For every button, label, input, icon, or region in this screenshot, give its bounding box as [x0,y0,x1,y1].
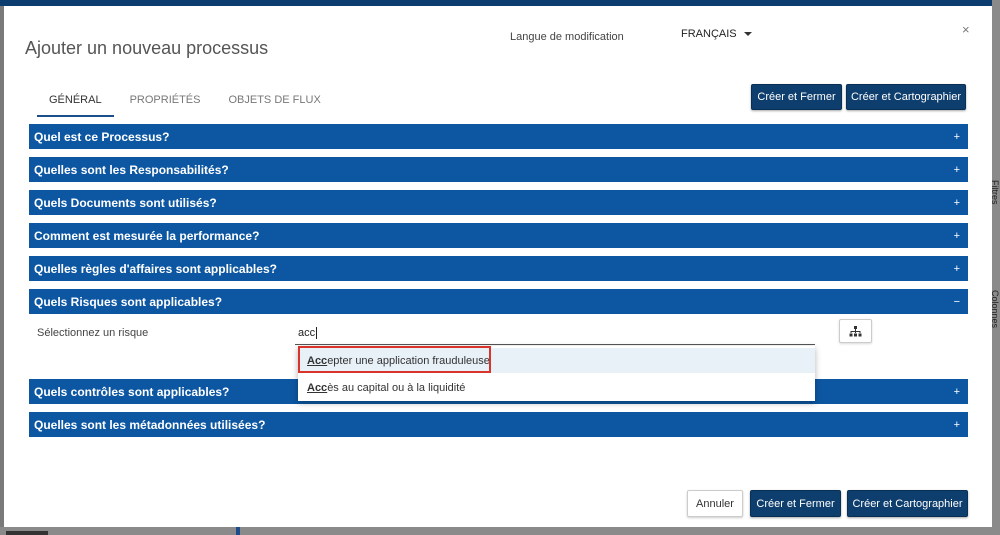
section-performance[interactable]: Comment est mesurée la performance? + [29,223,968,248]
tab-properties[interactable]: PROPRIÉTÉS [118,94,213,117]
suggestion-match: Acc [307,381,328,394]
section-title: Comment est mesurée la performance? [34,228,260,243]
expand-icon: + [953,262,960,275]
tab-bar: GÉNÉRAL PROPRIÉTÉS OBJETS DE FLUX [37,94,337,117]
cancel-button[interactable]: Annuler [687,490,743,517]
section-title: Quel est ce Processus? [34,129,170,144]
collapse-icon: − [953,295,960,308]
tab-flow-objects[interactable]: OBJETS DE FLUX [216,94,332,117]
background-right-panel: Filtres Colonnes [990,0,1000,535]
risk-search-input[interactable]: acc [295,319,815,345]
suggestion-match: Acc [307,354,328,367]
language-value: FRANÇAIS [681,28,737,40]
close-button[interactable]: × [962,22,970,37]
background-element [6,531,48,535]
section-title: Quels Documents sont utilisés? [34,195,217,210]
create-close-button-bottom[interactable]: Créer et Fermer [750,490,841,517]
section-what-process[interactable]: Quel est ce Processus? + [29,124,968,149]
language-select[interactable]: FRANÇAIS [681,28,752,40]
risk-hierarchy-button[interactable] [839,319,872,343]
risk-suggestion-item[interactable]: Acc epter une application frauduleuse [298,348,815,373]
risk-input-value: acc [298,326,316,339]
sitemap-icon [849,325,862,336]
section-title: Quelles règles d'affaires sont applicabl… [34,261,277,276]
create-map-button-top[interactable]: Créer et Cartographier [846,84,966,110]
modal-title: Ajouter un nouveau processus [25,38,269,58]
section-title: Quelles sont les métadonnées utilisées? [34,417,266,432]
section-responsibilities[interactable]: Quelles sont les Responsabilités? + [29,157,968,182]
background-bottom-strip [0,527,1000,535]
section-title: Quels Risques sont applicables? [34,294,223,309]
risk-suggestion-item[interactable]: Acc ès au capital ou à la liquidité [298,375,815,400]
tab-general[interactable]: GÉNÉRAL [37,94,114,117]
create-close-button-top[interactable]: Créer et Fermer [751,84,842,110]
create-map-button-bottom[interactable]: Créer et Cartographier [847,490,968,517]
section-risks[interactable]: Quels Risques sont applicables? − [29,289,968,314]
columns-side-label[interactable]: Colonnes [990,290,1000,328]
risk-suggestions-dropdown: Acc epter une application frauduleuse Acc… [298,346,815,401]
section-business-rules[interactable]: Quelles règles d'affaires sont applicabl… [29,256,968,281]
add-process-modal: Ajouter un nouveau processus Langue de m… [4,6,992,527]
caret-down-icon [743,32,752,36]
section-metadata[interactable]: Quelles sont les métadonnées utilisées? … [29,412,968,437]
expand-icon: + [953,196,960,209]
suggestion-rest: epter une application frauduleuse [327,354,490,367]
filters-side-label[interactable]: Filtres [990,180,1000,205]
expand-icon: + [953,130,960,143]
suggestion-rest: ès au capital ou à la liquidité [327,381,466,394]
background-element [236,527,240,535]
expand-icon: + [953,163,960,176]
language-label: Langue de modification [510,31,624,43]
section-title: Quelles sont les Responsabilités? [34,162,229,177]
expand-icon: + [953,418,960,431]
risk-select-label: Sélectionnez un risque [37,327,149,339]
text-cursor [316,326,318,339]
expand-icon: + [953,229,960,242]
expand-icon: + [953,385,960,398]
section-documents[interactable]: Quels Documents sont utilisés? + [29,190,968,215]
section-title: Quels contrôles sont applicables? [34,384,230,399]
